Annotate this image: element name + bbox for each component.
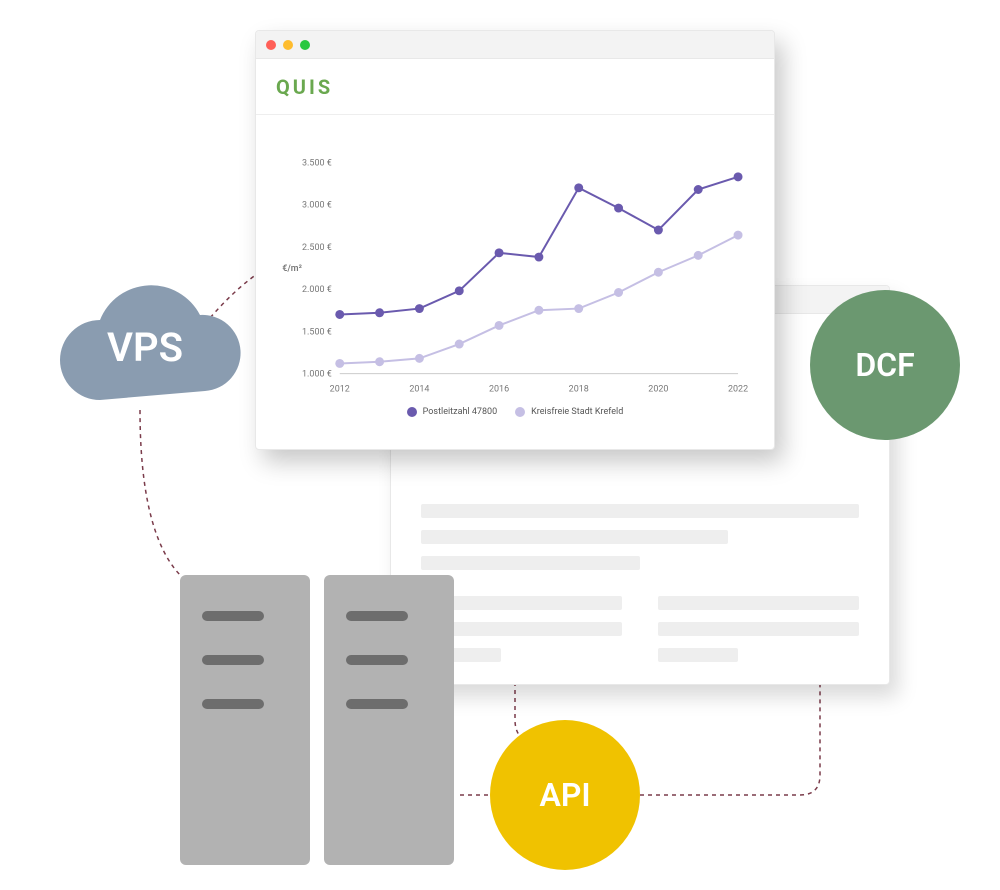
chart-window: QUIS 1.000 € 1.500 € 2.000 € 2.500 € 3.000 €…: [255, 30, 775, 450]
svg-text:2.000 €: 2.000 €: [302, 285, 332, 295]
legend-label: Postleitzahl 47800: [423, 407, 497, 417]
window-close-icon: [266, 40, 276, 50]
line-chart: 1.000 € 1.500 € 2.000 € 2.500 € 3.000 € 3.500…: [280, 145, 750, 405]
window-zoom-icon: [300, 40, 310, 50]
legend-item: Postleitzahl 47800: [407, 407, 497, 417]
api-badge: API: [490, 720, 640, 870]
vps-cloud-badge: VPS: [40, 280, 250, 415]
doc-line: [658, 648, 738, 662]
window-titlebar: [256, 31, 774, 59]
svg-text:2016: 2016: [489, 385, 509, 395]
svg-text:1.500 €: 1.500 €: [302, 327, 332, 337]
svg-text:2014: 2014: [409, 385, 429, 395]
server-rack: [324, 575, 454, 865]
vps-label: VPS: [107, 324, 183, 371]
chart-area: 1.000 € 1.500 € 2.000 € 2.500 € 3.000 € 3.500…: [256, 115, 774, 435]
rack-line: [202, 611, 264, 621]
svg-text:2012: 2012: [330, 385, 350, 395]
rack-line: [346, 655, 408, 665]
chart-legend: Postleitzahl 47800 Kreisfreie Stadt Kref…: [280, 407, 750, 417]
server-rack: [180, 575, 310, 865]
rack-line: [202, 699, 264, 709]
dcf-badge: DCF: [810, 290, 960, 440]
svg-text:1.000 €: 1.000 €: [302, 370, 332, 380]
svg-text:2.500 €: 2.500 €: [302, 243, 332, 253]
doc-line: [421, 530, 728, 544]
doc-line: [658, 622, 859, 636]
svg-text:3.000 €: 3.000 €: [302, 201, 332, 211]
doc-line: [658, 596, 859, 610]
brand-logo: QUIS: [276, 75, 333, 99]
dcf-label: DCF: [855, 346, 914, 384]
svg-text:3.500 €: 3.500 €: [302, 158, 332, 168]
svg-text:€/m²: €/m²: [282, 264, 302, 274]
server-racks: [180, 575, 454, 865]
svg-text:2018: 2018: [569, 385, 589, 395]
svg-text:2020: 2020: [648, 385, 668, 395]
rack-line: [346, 611, 408, 621]
legend-item: Kreisfreie Stadt Krefeld: [515, 407, 623, 417]
doc-line: [421, 504, 859, 518]
doc-line: [421, 556, 640, 570]
svg-text:2022: 2022: [728, 385, 748, 395]
window-minimize-icon: [283, 40, 293, 50]
legend-label: Kreisfreie Stadt Krefeld: [531, 407, 623, 417]
rack-line: [346, 699, 408, 709]
rack-line: [202, 655, 264, 665]
api-label: API: [539, 776, 590, 814]
brand-bar: QUIS: [256, 59, 774, 115]
